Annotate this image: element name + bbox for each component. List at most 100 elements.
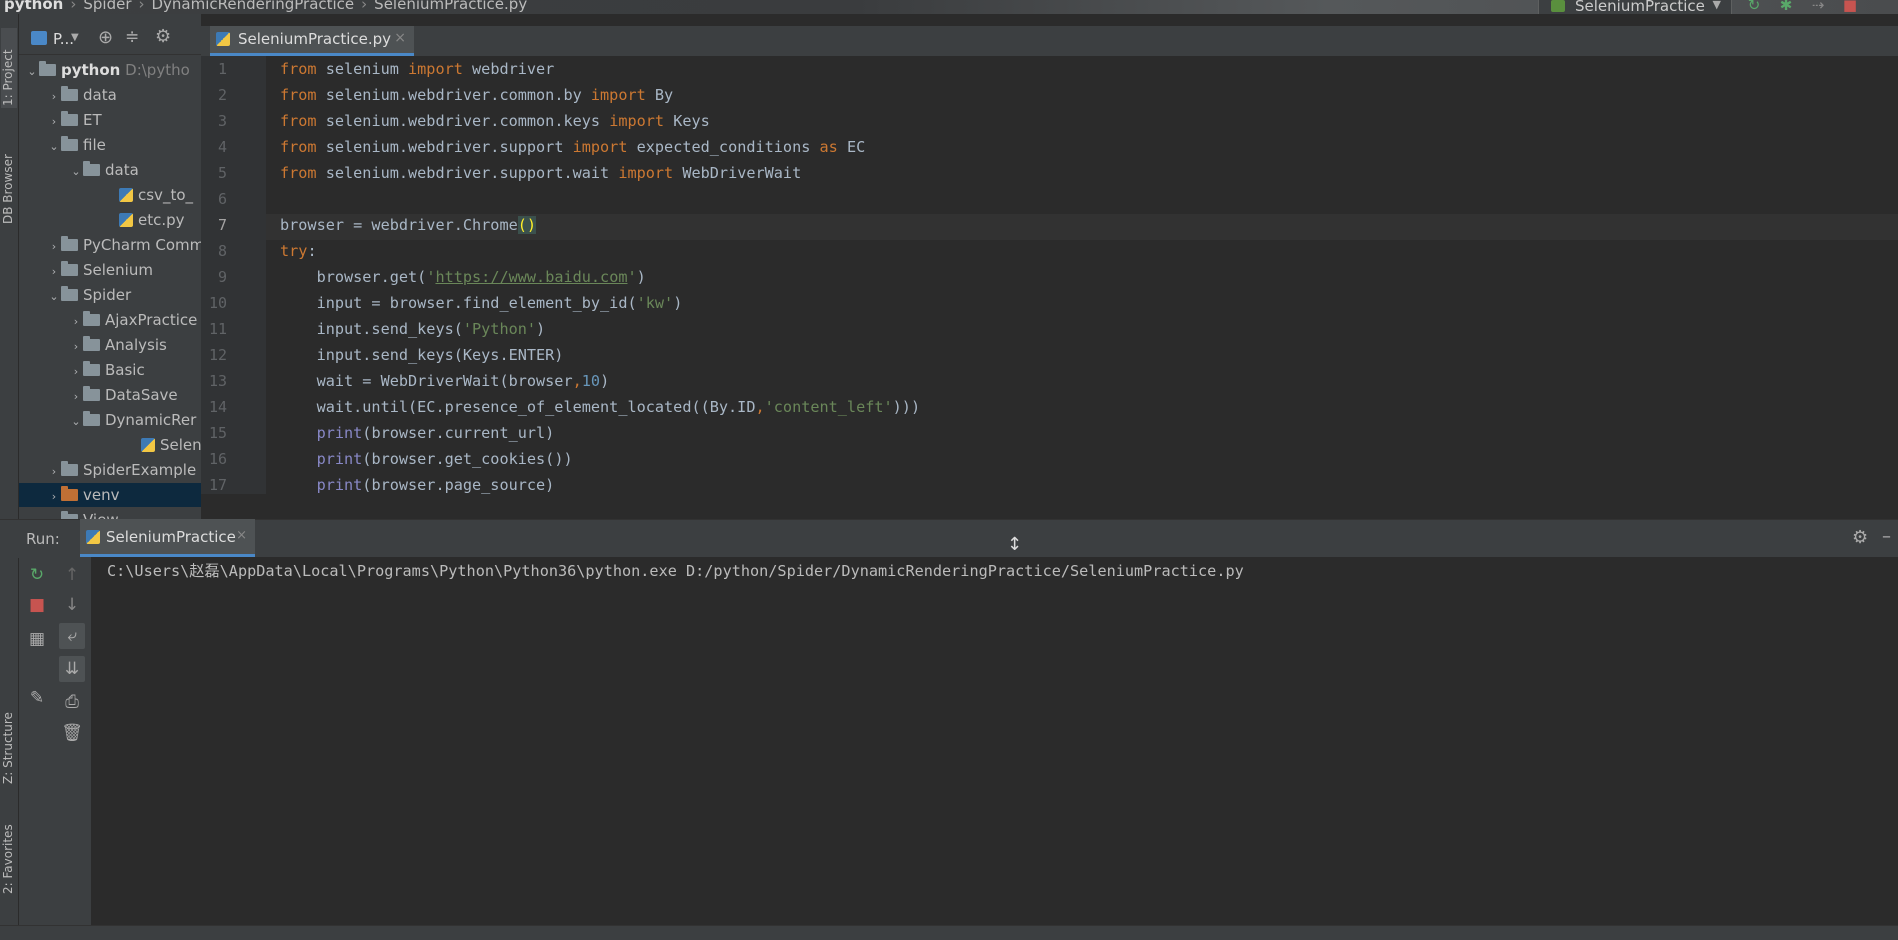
- chevron-right-icon: ›: [73, 390, 79, 403]
- tree-item-etc-py[interactable]: etc.py: [119, 208, 185, 232]
- python-file-icon: [119, 188, 133, 202]
- stop-icon[interactable]: ■: [1840, 0, 1860, 14]
- run-configuration-label: SeleniumPractice: [1575, 0, 1705, 14]
- layout-icon[interactable]: ▦: [24, 626, 50, 652]
- line-number: 10: [208, 294, 227, 312]
- tree-item-file-data[interactable]: ⌄ data: [69, 158, 139, 182]
- python-file-icon: [141, 438, 155, 452]
- tree-item-dynamic[interactable]: ⌄ DynamicRer: [69, 408, 196, 432]
- run-console-output[interactable]: C:\Users\赵磊\AppData\Local\Programs\Pytho…: [91, 557, 1898, 925]
- tree-item-label: AjaxPractice: [105, 311, 198, 329]
- chevron-right-icon: ›: [51, 265, 57, 278]
- trash-icon[interactable]: 🗑: [59, 720, 85, 746]
- left-tool-strip: 1: Project DB Browser Z: Structure 2: Fa…: [0, 14, 19, 939]
- code-line: input = browser.find_element_by_id('kw'): [280, 294, 683, 312]
- tree-item-ajax[interactable]: › AjaxPractice: [69, 308, 197, 332]
- code-line: browser = webdriver.Chrome(): [280, 216, 537, 234]
- tree-item-data[interactable]: › data: [47, 83, 117, 107]
- code-editor[interactable]: from selenium import webdriver from sele…: [266, 56, 1898, 494]
- tree-item-label: Seleniun: [160, 436, 201, 454]
- chevron-down-icon[interactable]: ▼: [71, 32, 79, 43]
- run-configuration-select[interactable]: SeleniumPractice ▼: [1538, 0, 1732, 14]
- chevron-right-icon: ›: [70, 0, 77, 13]
- rerun-icon[interactable]: ↻: [24, 562, 50, 588]
- attach-icon[interactable]: ⇢: [1808, 0, 1828, 14]
- tree-item-label: file: [83, 136, 106, 154]
- tree-item-basic[interactable]: › Basic: [69, 358, 145, 382]
- run-panel-header: Run: ⚙ – ↕: [0, 519, 1898, 558]
- chevron-down-icon: ⌄: [49, 140, 59, 153]
- tree-item-label: SpiderExample: [83, 461, 197, 479]
- chevron-down-icon: ⌄: [49, 290, 59, 303]
- run-tab-label: SeleniumPractice: [106, 528, 236, 546]
- code-line: input.send_keys(Keys.ENTER): [280, 346, 564, 364]
- tree-item-label: python: [61, 61, 121, 79]
- tab-run-seleniumpractice[interactable]: SeleniumPractice ×: [80, 519, 255, 557]
- line-number: 1: [217, 60, 227, 78]
- debug-icon[interactable]: ✱: [1776, 0, 1796, 14]
- structure-tool-label[interactable]: Z: Structure: [1, 712, 15, 784]
- code-line: print(browser.get_cookies()): [316, 450, 573, 468]
- breadcrumb-item[interactable]: python: [4, 0, 63, 13]
- tree-item-et[interactable]: › ET: [47, 108, 102, 132]
- tree-item-view[interactable]: › View: [47, 508, 119, 519]
- chevron-right-icon: ›: [73, 340, 79, 353]
- arrow-down-icon[interactable]: ↓: [59, 592, 85, 618]
- code-line: from selenium.webdriver.support import e…: [280, 138, 866, 156]
- console-command-line: C:\Users\赵磊\AppData\Local\Programs\Pytho…: [107, 562, 1244, 580]
- tree-item-datasave[interactable]: › DataSave: [69, 383, 178, 407]
- locate-icon[interactable]: ⊕: [98, 27, 113, 48]
- tree-item-venv[interactable]: › venv: [19, 483, 201, 507]
- tree-item-analysis[interactable]: › Analysis: [69, 333, 167, 357]
- tree-item-label: csv_to_: [138, 186, 193, 204]
- project-panel-header: P... ▼ ⊕ ≑ ⚙: [19, 26, 201, 55]
- tree-item-selenium-py[interactable]: Seleniun: [141, 433, 201, 457]
- code-line: print(browser.page_source): [316, 476, 555, 494]
- tree-item-pycharm[interactable]: › PyCharm Comm: [47, 233, 201, 257]
- navigation-bar: python › Spider › DynamicRenderingPractice › S…: [0, 0, 1898, 14]
- chevron-right-icon: ›: [51, 465, 57, 478]
- collapse-all-icon[interactable]: ≑: [125, 27, 139, 47]
- project-icon: [31, 31, 47, 45]
- minimize-icon[interactable]: –: [1882, 526, 1891, 547]
- stop-icon[interactable]: ■: [24, 592, 50, 618]
- db-browser-tool-label[interactable]: DB Browser: [1, 154, 15, 224]
- tree-item-file[interactable]: ⌄ file: [47, 133, 106, 157]
- folder-icon: [83, 411, 100, 426]
- code-line: wait.until(EC.presence_of_element_locate…: [280, 398, 921, 416]
- tree-item-spider[interactable]: ⌄ Spider: [47, 283, 131, 307]
- line-number-gutter: 1 2 3 4 5 6 7 8 9 10 11 12 13 14 15 16 1…: [201, 56, 266, 494]
- editor-tab-bar: [201, 26, 1898, 56]
- scroll-to-end-icon[interactable]: ⇊: [59, 656, 85, 682]
- line-number: 12: [208, 346, 227, 364]
- tree-item-csv-file[interactable]: csv_to_: [119, 183, 193, 207]
- tab-seleniumpractice[interactable]: SeleniumPractice.py ×: [210, 26, 414, 56]
- pin-icon[interactable]: ✎: [24, 685, 50, 711]
- project-tool-label[interactable]: 1: Project: [1, 49, 15, 106]
- gear-icon[interactable]: ⚙: [155, 26, 171, 47]
- gear-icon[interactable]: ⚙: [1852, 527, 1868, 548]
- code-line: wait = WebDriverWait(browser,10): [280, 372, 610, 390]
- tree-item-python[interactable]: ⌄ python D:\pytho: [25, 58, 190, 82]
- folder-icon: [61, 286, 78, 301]
- breadcrumb-item[interactable]: Spider: [83, 0, 131, 13]
- folder-icon: [39, 61, 56, 76]
- close-icon[interactable]: ×: [236, 528, 247, 543]
- code-line: try:: [280, 242, 317, 260]
- breadcrumb-item[interactable]: DynamicRenderingPractice: [152, 0, 355, 13]
- project-panel: P... ▼ ⊕ ≑ ⚙ ⌄ python D:\pytho › data › ET …: [19, 14, 201, 519]
- tree-item-selenium[interactable]: › Selenium: [47, 258, 153, 282]
- close-icon[interactable]: ×: [394, 30, 406, 46]
- run-toolbar: ↻ ↑ ■ ↓ ⤶ ▦ ⇊ ⎙ ✎ 🗑: [19, 557, 91, 925]
- arrow-up-icon[interactable]: ↑: [59, 562, 85, 588]
- favorites-tool-label[interactable]: 2: Favorites: [1, 824, 15, 894]
- soft-wrap-icon[interactable]: ⤶: [59, 623, 85, 649]
- rerun-icon[interactable]: ↻: [1744, 0, 1764, 14]
- folder-icon: [61, 486, 78, 501]
- folder-icon: [83, 161, 100, 176]
- line-number: 2: [217, 86, 227, 104]
- code-line: from selenium.webdriver.common.by import…: [280, 86, 674, 104]
- print-icon[interactable]: ⎙: [59, 689, 85, 715]
- breadcrumb-item[interactable]: SeleniumPractice.py: [374, 0, 527, 13]
- tree-item-spiderexample[interactable]: › SpiderExample: [47, 458, 196, 482]
